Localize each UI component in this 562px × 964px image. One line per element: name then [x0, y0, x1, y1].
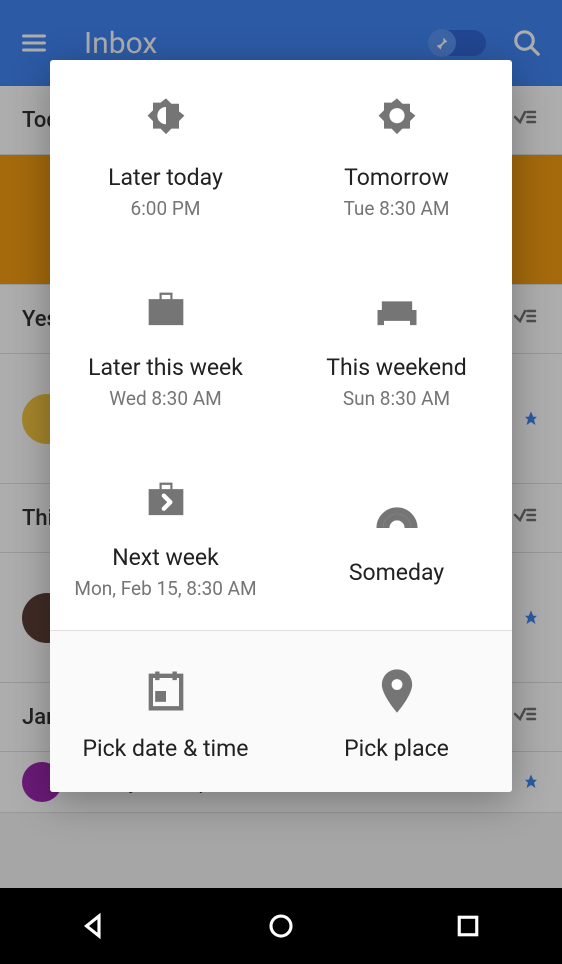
android-nav-bar	[0, 888, 562, 964]
option-title: Pick date & time	[83, 735, 249, 762]
briefcase-next-icon	[140, 474, 192, 526]
sun-icon	[371, 94, 423, 146]
couch-icon	[371, 284, 423, 336]
option-sub: Mon, Feb 15, 8:30 AM	[74, 577, 256, 600]
option-sub: Sun 8:30 AM	[343, 387, 450, 410]
snooze-weekend[interactable]: This weekend Sun 8:30 AM	[281, 250, 512, 440]
snooze-later-today[interactable]: Later today 6:00 PM	[50, 60, 281, 250]
snooze-next-week[interactable]: Next week Mon, Feb 15, 8:30 AM	[50, 440, 281, 630]
snooze-dialog: Later today 6:00 PM Tomorrow Tue 8:30 AM…	[50, 60, 512, 792]
calendar-icon	[140, 665, 192, 717]
back-button[interactable]	[79, 911, 109, 941]
option-title: Later today	[108, 164, 223, 191]
brightness-icon	[140, 94, 192, 146]
option-title: Later this week	[88, 354, 243, 381]
option-sub: Tue 8:30 AM	[343, 197, 449, 220]
option-title: This weekend	[326, 354, 467, 381]
option-title: Someday	[349, 559, 444, 586]
snooze-custom-row: Pick date & time Pick place	[50, 630, 512, 792]
option-title: Next week	[112, 544, 219, 571]
option-title: Pick place	[344, 735, 449, 762]
snooze-someday[interactable]: Someday	[281, 440, 512, 630]
home-button[interactable]	[266, 911, 296, 941]
location-icon	[371, 665, 423, 717]
snooze-tomorrow[interactable]: Tomorrow Tue 8:30 AM	[281, 60, 512, 250]
snooze-pick-date[interactable]: Pick date & time	[50, 631, 281, 792]
option-sub: 6:00 PM	[131, 197, 201, 220]
option-sub: Wed 8:30 AM	[109, 387, 221, 410]
briefcase-icon	[140, 284, 192, 336]
recents-button[interactable]	[453, 911, 483, 941]
option-title: Tomorrow	[344, 164, 449, 191]
snooze-grid: Later today 6:00 PM Tomorrow Tue 8:30 AM…	[50, 60, 512, 630]
snooze-later-week[interactable]: Later this week Wed 8:30 AM	[50, 250, 281, 440]
snooze-pick-place[interactable]: Pick place	[281, 631, 512, 792]
rainbow-icon	[371, 489, 423, 541]
